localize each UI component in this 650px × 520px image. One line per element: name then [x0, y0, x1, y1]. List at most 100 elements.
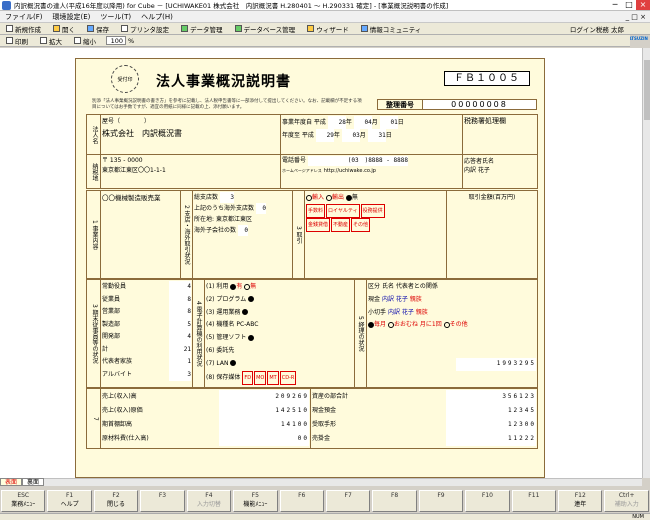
cost-field[interactable]: 142510 [219, 404, 309, 418]
notes-receivable-field[interactable]: 12300 [446, 418, 536, 432]
founded-number-field[interactable]: 1993295 [456, 357, 536, 371]
open-button[interactable]: 開く [47, 24, 81, 34]
address-field[interactable]: 東京都江東区〇〇1-1-1 [102, 166, 279, 176]
registration-number-field[interactable]: 00000008 [423, 100, 536, 109]
community-button[interactable]: 情報コミュニティ [355, 24, 428, 34]
domestic-branch-label: 上記のうち海外支店数 [194, 205, 255, 212]
new-button[interactable]: 新規作成 [0, 24, 47, 34]
horizontal-scrollbar[interactable] [0, 478, 642, 486]
media-fd-chip[interactable]: FD [242, 370, 254, 386]
tab-front[interactable]: 表面 [0, 478, 23, 486]
lan-yes-radio[interactable] [230, 360, 237, 367]
data-management-button[interactable]: データ管理 [175, 24, 229, 34]
employee-row-value[interactable]: 4 [169, 281, 191, 294]
employee-row-value[interactable]: 3 [169, 368, 191, 381]
menu-file[interactable]: ファイル(F) [0, 12, 48, 22]
respondent-field[interactable]: 内訳 花子 [464, 165, 536, 174]
fkey-f6[interactable]: F6 [279, 490, 324, 512]
service-chip[interactable]: 役務提供 [360, 204, 385, 218]
domestic-branch-field[interactable]: 0 [255, 203, 266, 214]
mgmt-software-radio[interactable] [248, 334, 255, 341]
cash-manager-field[interactable]: 内訳 花子 [382, 296, 408, 303]
overseas-subsidiary-field[interactable]: 0 [237, 225, 248, 236]
vertical-scrollbar[interactable] [642, 48, 650, 478]
branch-address-field[interactable]: 東京都江東区 [216, 216, 252, 223]
royalty-chip[interactable]: ロイヤルティ [326, 204, 360, 218]
from-year-field[interactable]: 28 [327, 116, 346, 129]
mdi-window-controls[interactable]: _ □ × [626, 13, 650, 21]
respondent-label: 応答者氏名 [464, 158, 495, 165]
menu-help[interactable]: ヘルプ(H) [136, 12, 178, 22]
fkey-f7[interactable]: F7 [325, 490, 371, 512]
to-year-field[interactable]: 29 [315, 129, 334, 142]
check-relation-field[interactable]: 親族 [416, 309, 428, 316]
fkey-f4[interactable]: F4 入力切替 [186, 490, 232, 512]
fkey-f8[interactable]: F8 [372, 490, 417, 512]
employee-row-value[interactable]: 21 [169, 343, 191, 356]
employee-row-value[interactable]: 1 [169, 356, 191, 369]
fkey-f1[interactable]: F1 ヘルプ [47, 490, 92, 512]
employee-row-value[interactable]: 8 [169, 306, 191, 319]
homepage-field[interactable]: http://uchiwake.co.jp [324, 168, 376, 174]
operation-radio[interactable] [242, 309, 249, 316]
printer-settings-button[interactable]: プリンタ設定 [115, 24, 175, 34]
to-day-field[interactable]: 31 [367, 129, 386, 142]
fkey-esc[interactable]: ESC 業務ﾒﾆｭｰ [1, 490, 46, 512]
employee-row-value[interactable]: 4 [169, 331, 191, 344]
pc-model-field[interactable]: PC-ABC [236, 321, 258, 328]
database-management-button[interactable]: データベース管理 [229, 24, 302, 34]
check-manager-field[interactable]: 内訳 花子 [388, 309, 414, 316]
fkey-f12[interactable]: F12 連年 [558, 490, 603, 512]
other-trade-chip[interactable]: その他 [351, 218, 371, 232]
phone-field[interactable]: (03 )8888 - 8888 [307, 156, 408, 166]
print-button[interactable]: 印刷 [0, 36, 34, 46]
to-month-field[interactable]: 03 [341, 129, 360, 142]
fee-chip[interactable]: 手数料 [306, 204, 326, 218]
tab-back[interactable]: 裏面 [22, 478, 45, 486]
property-chip[interactable]: 不動産 [331, 218, 351, 232]
fkey-ctrl[interactable]: Ctrl+ 補助入力 [604, 490, 649, 512]
cash-deposit-field[interactable]: 12345 [446, 404, 536, 418]
employee-row: 開発部 4 [102, 331, 191, 344]
loan-chip[interactable]: 金銭貸借 [306, 218, 331, 232]
fkey-key: F11 [528, 492, 540, 499]
business-grid: 1 事業内容 〇〇機械製造販売業 2 支店・海外取引状況 総支店数 3 上記のう… [86, 190, 538, 279]
fkey-f10[interactable]: F10 [465, 490, 510, 512]
from-day-field[interactable]: 01 [379, 116, 398, 129]
raw-material-field[interactable]: 00 [219, 432, 309, 446]
postal-code-field[interactable]: 〒 135 - 0000 [102, 156, 279, 166]
media-mt-chip[interactable]: MT [267, 370, 279, 386]
total-assets-field[interactable]: 356123 [446, 390, 536, 404]
close-button[interactable]: × [636, 0, 650, 10]
employee-row-value[interactable]: 5 [169, 318, 191, 331]
scroll-thumb[interactable] [644, 60, 650, 120]
opening-inventory-field[interactable]: 14100 [219, 418, 309, 432]
program-radio[interactable] [248, 296, 255, 303]
employee-row-value[interactable]: 8 [169, 293, 191, 306]
zoom-input[interactable]: 100 [106, 36, 126, 45]
fkey-f5[interactable]: F5 機能ﾒﾆｭｰ [233, 490, 278, 512]
fkey-f9[interactable]: F9 [418, 490, 464, 512]
accounts-receivable-field[interactable]: 11222 [446, 432, 536, 446]
branch-count-field[interactable]: 3 [219, 192, 234, 203]
zoom-out-button[interactable]: 縮小 [68, 36, 102, 46]
business-field[interactable]: 〇〇機械製造販売業 [101, 191, 181, 279]
zoom-in-button[interactable]: 拡大 [34, 36, 68, 46]
media-mo-chip[interactable]: MO [254, 370, 267, 386]
menu-settings[interactable]: 環境設定(E) [48, 12, 96, 22]
revenue-field[interactable]: 209269 [219, 390, 309, 404]
menu-tools[interactable]: ツール(T) [95, 12, 136, 22]
media-cdr-chip[interactable]: CD-R [279, 370, 297, 386]
address-cell: 〒 135 - 0000 東京都江東区〇〇1-1-1 [101, 155, 281, 189]
maximize-button[interactable]: □ [622, 0, 636, 10]
save-button[interactable]: 保存 [81, 24, 115, 34]
fkey-f2[interactable]: F2 閉じる [93, 490, 139, 512]
minimize-button[interactable]: ─ [608, 0, 622, 10]
fkey-f11[interactable]: F11 [511, 490, 557, 512]
wizard-button[interactable]: ウィザード [301, 24, 355, 34]
fkey-f3[interactable]: F3 [140, 490, 185, 512]
fkey-key: F6 [298, 492, 306, 499]
from-month-field[interactable]: 04 [353, 116, 372, 129]
cash-relation-field[interactable]: 親族 [410, 296, 422, 303]
corp-name-field[interactable]: 株式会社 内訳概況書 [102, 128, 279, 140]
